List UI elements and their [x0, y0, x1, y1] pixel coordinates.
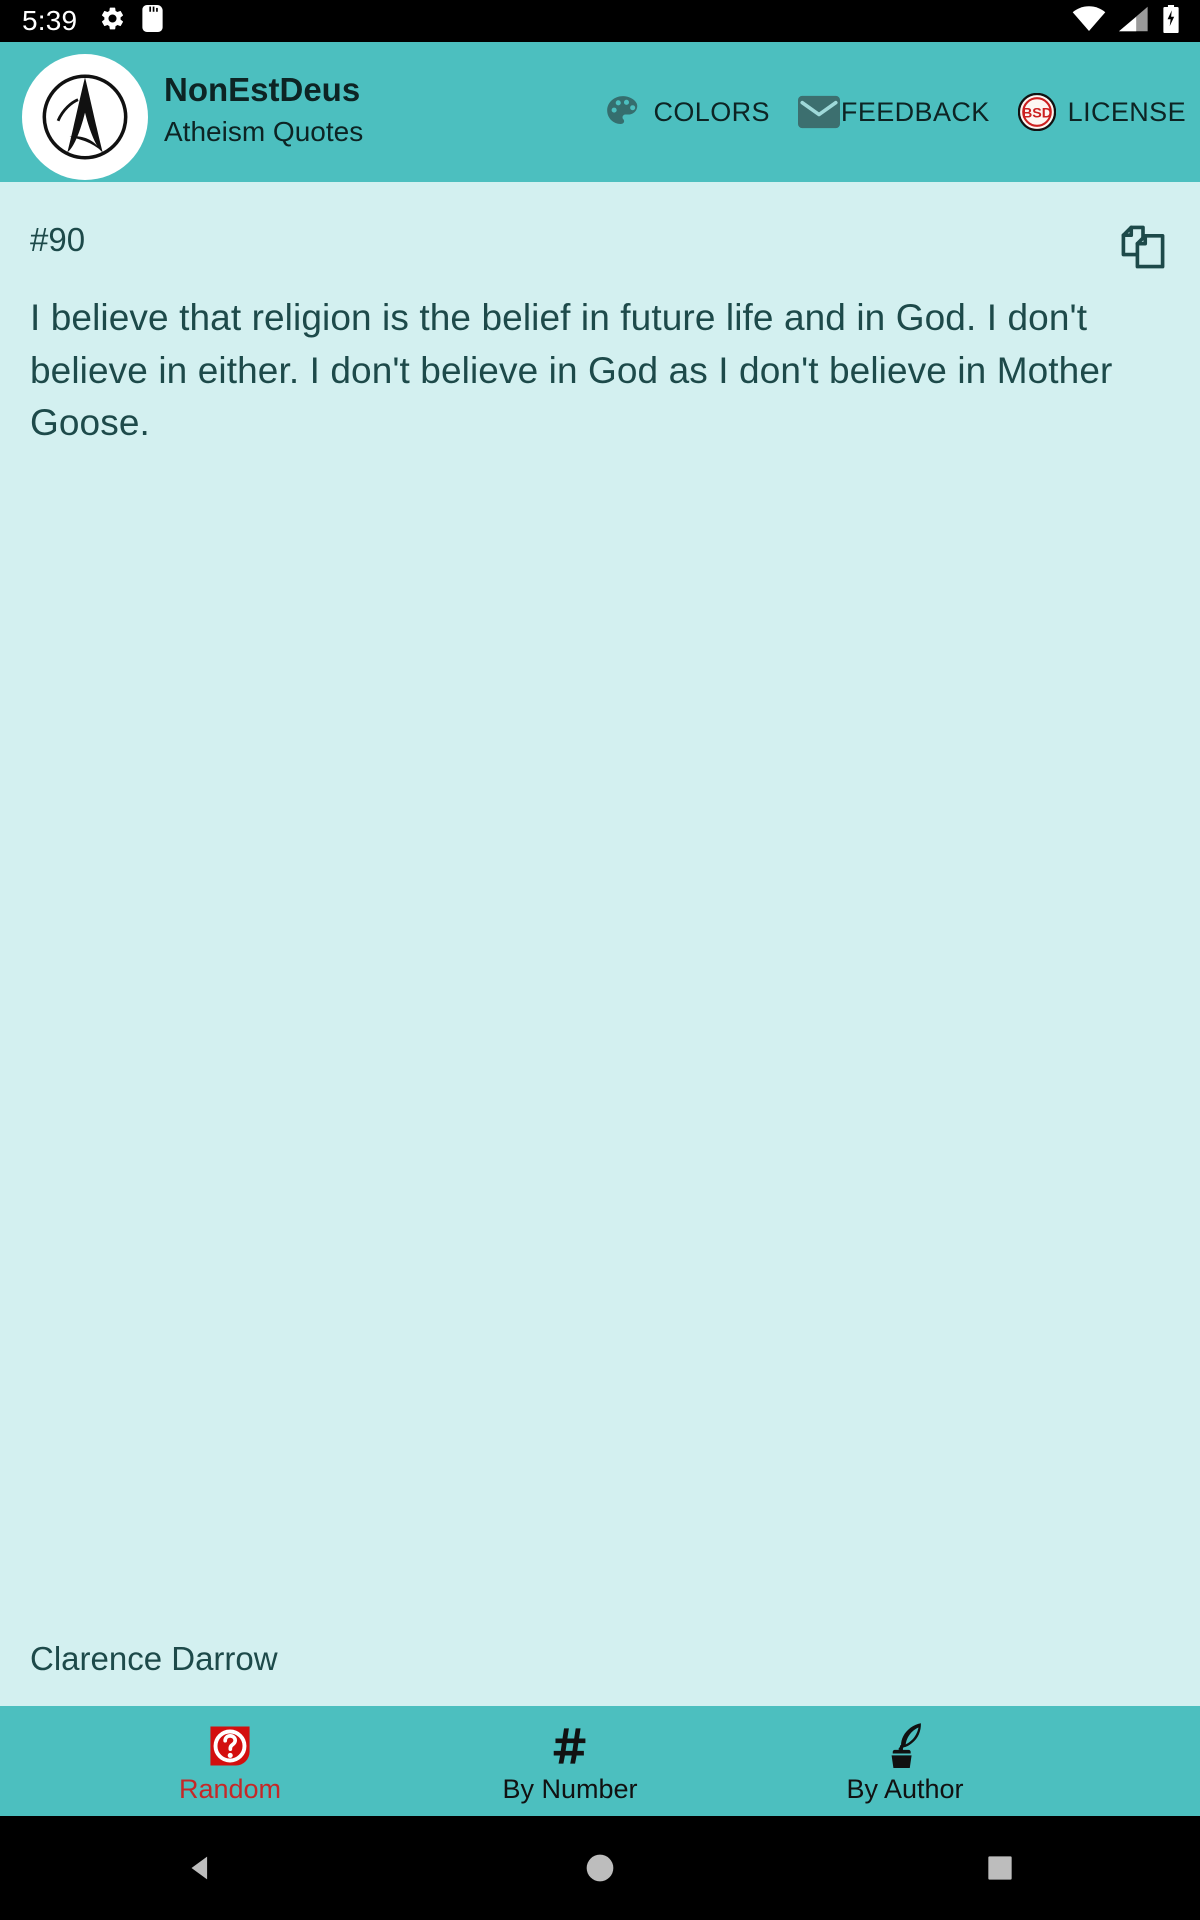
- license-button[interactable]: BSD LICENSE: [1004, 42, 1200, 182]
- hash-icon: [548, 1720, 592, 1772]
- status-bar: 5:39: [0, 0, 1200, 42]
- question-mark-icon: [207, 1720, 253, 1772]
- svg-text:BSD: BSD: [1022, 106, 1052, 122]
- license-button-label: LICENSE: [1067, 96, 1186, 127]
- quote-number: #90: [30, 221, 86, 258]
- status-bar-left-icons: [99, 5, 163, 37]
- bottom-navigation: Random By Number By Author: [0, 1706, 1200, 1816]
- nav-tab-by-author-label: By Author: [846, 1773, 964, 1804]
- app-bar-actions: COLORS FEEDBACK BSD LICENSE: [590, 42, 1200, 182]
- copy-pages-icon[interactable]: [1110, 214, 1176, 280]
- colors-button[interactable]: COLORS: [590, 42, 783, 182]
- nav-tab-by-author[interactable]: By Author: [795, 1706, 1015, 1816]
- atheist-symbol-logo: [42, 74, 128, 160]
- app-bar: NonEstDeus Atheism Quotes COLORS FEEDBAC…: [0, 42, 1200, 182]
- app-title-block: NonEstDeus Atheism Quotes: [164, 70, 363, 151]
- quote-text: I believe that religion is the belief in…: [30, 297, 1113, 444]
- app-logo: [22, 54, 148, 180]
- quill-inkwell-icon: [880, 1720, 930, 1772]
- app-screen: 5:39 NonEstDeus Atheism Quotes COLORS FE…: [0, 0, 1200, 1920]
- nav-tab-random-label: Random: [178, 1773, 282, 1804]
- recents-square-icon[interactable]: [910, 1816, 1090, 1920]
- bsd-badge-icon: BSD: [1017, 93, 1056, 131]
- page-subtitle: Atheism Quotes: [164, 116, 364, 148]
- quote-author: Clarence Darrow: [30, 1640, 278, 1677]
- quote-content: #90 I believe that religion is the belie…: [0, 182, 1200, 1706]
- back-triangle-icon[interactable]: [110, 1816, 290, 1920]
- sd-card-icon: [142, 5, 163, 37]
- system-navigation-bar: [0, 1816, 1200, 1920]
- nav-tab-random[interactable]: Random: [120, 1706, 340, 1816]
- nav-tab-by-number-label: By Number: [502, 1773, 638, 1804]
- wifi-icon: [1072, 5, 1106, 37]
- palette-icon: [604, 93, 642, 131]
- battery-charging-icon: [1162, 4, 1180, 38]
- feedback-button-label: FEEDBACK: [840, 96, 990, 127]
- quote-header-row: #90: [0, 214, 1200, 280]
- home-circle-icon[interactable]: [510, 1816, 690, 1920]
- status-bar-right-icons: [1072, 4, 1186, 38]
- cellular-signal-icon: [1119, 6, 1149, 37]
- gear-icon: [99, 5, 126, 37]
- mail-icon: [797, 95, 840, 129]
- feedback-button[interactable]: FEEDBACK: [784, 42, 1004, 182]
- status-bar-clock: 5:39: [22, 5, 78, 36]
- nav-tab-by-number[interactable]: By Number: [460, 1706, 680, 1816]
- page-title: NonEstDeus: [164, 71, 361, 108]
- colors-button-label: COLORS: [653, 96, 770, 127]
